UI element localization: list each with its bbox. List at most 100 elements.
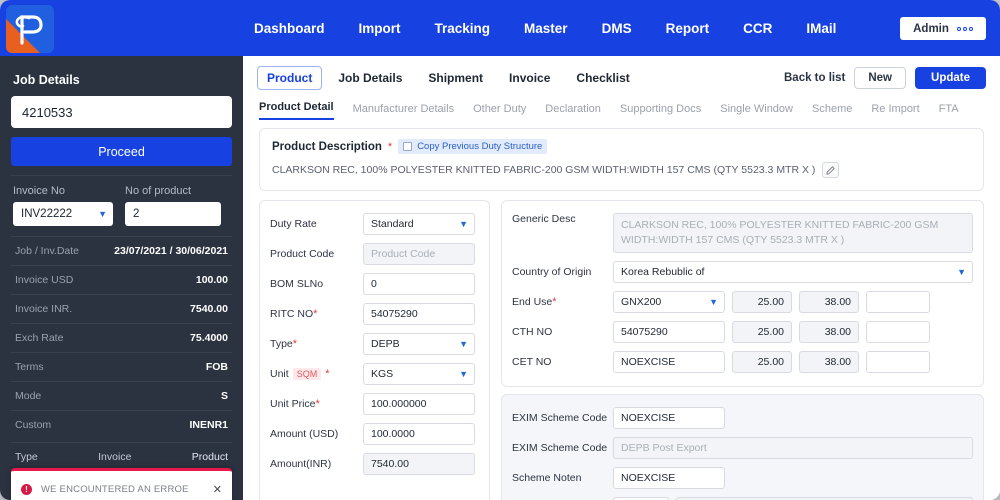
no-of-product-input[interactable]: 2 (125, 202, 221, 226)
admin-menu-button[interactable]: Admin (900, 17, 986, 40)
end-use-rate-b-input[interactable]: 38.00 (799, 291, 859, 313)
nav-link-tracking[interactable]: Tracking (435, 21, 491, 36)
exim-scheme-code-1-label: EXIM Scheme Code (512, 412, 608, 424)
exim-scheme-code-1-input[interactable]: NOEXCISE (613, 407, 725, 429)
tab-product[interactable]: Product (257, 66, 323, 90)
job-number-input[interactable]: 4210533 (11, 96, 232, 128)
row-key: Mode (15, 390, 42, 402)
edit-pencil-icon[interactable] (822, 162, 840, 178)
end-use-rate-a-input[interactable]: 25.00 (732, 291, 792, 313)
nav-link-report[interactable]: Report (666, 21, 710, 36)
required-asterisk: * (387, 140, 393, 153)
subtab-product-detail[interactable]: Product Detail (259, 101, 334, 120)
bom-slno-label: BOM SLNo (270, 278, 324, 290)
subtab-re-import[interactable]: Re Import (871, 103, 919, 120)
row-key: Invoice USD (15, 274, 74, 286)
nav-link-dashboard[interactable]: Dashboard (254, 21, 325, 36)
back-to-list-link[interactable]: Back to list (784, 72, 845, 84)
proceed-button[interactable]: Proceed (11, 137, 232, 166)
cth-rate-c-input[interactable] (866, 321, 930, 343)
invoice-no-select[interactable]: INV22222 ▼ (13, 202, 113, 226)
tab-shipment[interactable]: Shipment (418, 66, 493, 90)
subtab-fta[interactable]: FTA (939, 103, 959, 120)
copy-previous-duty-structure-checkbox[interactable]: Copy Previous Duty Structure (398, 139, 548, 154)
scheme-noten-input[interactable]: NOEXCISE (613, 467, 725, 489)
primary-nav-links: Dashboard Import Tracking Master DMS Rep… (254, 21, 836, 36)
subtab-other-duty[interactable]: Other Duty (473, 103, 526, 120)
nav-link-imail[interactable]: IMail (806, 21, 836, 36)
tab-action-group: Back to list New Update (784, 67, 986, 89)
right-form-column: Generic Desc CLARKSON REC, 100% POLYESTE… (501, 200, 984, 500)
end-use-text: End Use (512, 296, 553, 308)
country-of-origin-select[interactable]: Korea Rebublic of ▼ (613, 261, 973, 283)
field-amount-usd: Amount (USD) 100.0000 (270, 419, 479, 449)
invoice-no-label: Invoice No (13, 185, 65, 197)
product-column-label: Product (191, 451, 228, 463)
subtab-declaration[interactable]: Declaration (545, 103, 601, 120)
invoice-selector-block: Invoice No INV22222 ▼ No of product 2 (11, 175, 232, 236)
subtab-scheme[interactable]: Scheme (812, 103, 852, 120)
field-unit: Unit SQM * KGS ▼ (270, 359, 479, 389)
close-icon[interactable]: ✕ (213, 483, 222, 496)
bom-slno-input[interactable]: 0 (363, 273, 475, 295)
product-description-value-row: CLARKSON REC, 100% POLYESTER KNITTED FAB… (272, 162, 971, 178)
primary-tab-bar: Product Job Details Shipment Invoice Che… (243, 56, 1000, 90)
nav-link-import[interactable]: Import (359, 21, 401, 36)
field-unit-price: Unit Price* 100.000000 (270, 389, 479, 419)
tab-invoice[interactable]: Invoice (499, 66, 560, 90)
subtab-manufacturer-details[interactable]: Manufacturer Details (353, 103, 455, 120)
copy-previous-duty-structure-label: Copy Previous Duty Structure (417, 141, 543, 152)
field-country-of-origin: Country of Origin Korea Rebublic of ▼ (512, 257, 973, 287)
field-duty-rate: Duty Rate Standard ▼ (270, 209, 479, 239)
row-key: Terms (15, 361, 44, 373)
cet-rate-c-input[interactable] (866, 351, 930, 373)
cet-no-label: CET NO (512, 356, 552, 368)
application-window: Dashboard Import Tracking Master DMS Rep… (0, 0, 1000, 500)
cet-rate-b-input[interactable]: 38.00 (799, 351, 859, 373)
exim-scheme-code-2-input[interactable]: DEPB Post Export (613, 437, 973, 459)
product-code-input[interactable]: Product Code (363, 243, 475, 265)
field-type: Type* DEPB ▼ (270, 329, 479, 359)
tab-checklist[interactable]: Checklist (566, 66, 639, 90)
unit-price-input[interactable]: 100.000000 (363, 393, 475, 415)
cet-rate-a-input[interactable]: 25.00 (732, 351, 792, 373)
nav-link-master[interactable]: Master (524, 21, 568, 36)
subtab-supporting-docs[interactable]: Supporting Docs (620, 103, 701, 120)
type-text: Type (270, 338, 293, 350)
logo-p-glyph-icon (15, 15, 43, 45)
row-value: 75.4000 (190, 332, 228, 344)
summary-row-exch-rate: Exch Rate 75.4000 (11, 323, 232, 352)
end-use-rate-c-input[interactable] (866, 291, 930, 313)
amount-usd-input[interactable]: 100.0000 (363, 423, 475, 445)
nav-link-ccr[interactable]: CCR (743, 21, 772, 36)
update-button[interactable]: Update (915, 67, 986, 89)
app-logo[interactable] (6, 5, 54, 53)
admin-label: Admin (913, 22, 949, 35)
product-description-panel: Product Description * Copy Previous Duty… (259, 128, 984, 191)
cth-no-input[interactable]: 54075290 (613, 321, 725, 343)
duty-rate-select[interactable]: Standard ▼ (363, 213, 475, 235)
tab-job-details[interactable]: Job Details (328, 66, 412, 90)
subtab-single-window[interactable]: Single Window (720, 103, 793, 120)
type-select[interactable]: DEPB ▼ (363, 333, 475, 355)
checkbox-icon[interactable] (403, 142, 413, 151)
more-options-icon[interactable] (956, 26, 973, 31)
unit-price-label: Unit Price* (270, 398, 363, 410)
no-of-product-group: No of product 2 (125, 185, 221, 226)
amount-inr-label: Amount(INR) (270, 458, 332, 470)
cth-rate-a-input[interactable]: 25.00 (732, 321, 792, 343)
sidebar-title: Job Details (13, 73, 80, 87)
new-button[interactable]: New (854, 67, 907, 89)
unit-select[interactable]: KGS ▼ (363, 363, 475, 385)
amount-inr-input[interactable]: 7540.00 (363, 453, 475, 475)
generic-desc-textarea[interactable]: CLARKSON REC, 100% POLYESTER KNITTED FAB… (613, 213, 973, 253)
nav-link-dms[interactable]: DMS (602, 21, 632, 36)
chevron-down-icon: ▼ (459, 339, 468, 349)
row-key: Invoice INR. (15, 303, 73, 315)
cth-rate-b-input[interactable]: 38.00 (799, 321, 859, 343)
end-use-select[interactable]: GNX200 ▼ (613, 291, 725, 313)
end-use-label: End Use* (512, 296, 613, 308)
cet-no-input[interactable]: NOEXCISE (613, 351, 725, 373)
country-of-origin-label: Country of Origin (512, 266, 592, 278)
ritc-no-input[interactable]: 54075290 (363, 303, 475, 325)
